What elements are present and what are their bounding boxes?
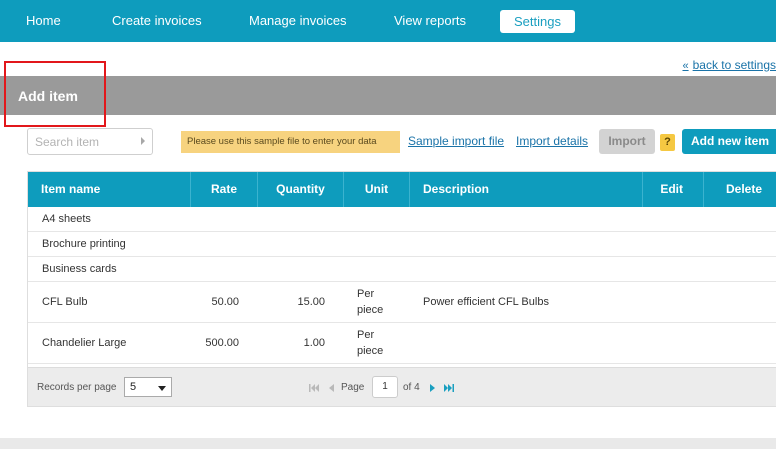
- column-header-edit: Edit: [643, 172, 704, 207]
- column-header-quantity[interactable]: Quantity: [258, 172, 344, 207]
- column-header-item-name[interactable]: Item name: [28, 172, 191, 207]
- back-to-settings-label: back to settings: [692, 58, 776, 72]
- records-per-page-label: Records per page: [37, 382, 117, 393]
- help-icon[interactable]: ?: [660, 134, 675, 151]
- quantity-cell: 15.00: [297, 296, 325, 308]
- table-row[interactable]: A4 sheets: [28, 207, 776, 232]
- search-box[interactable]: [27, 128, 153, 155]
- description-cell: Power efficient CFL Bulbs: [423, 296, 549, 308]
- rate-cell: 500.00: [205, 337, 239, 349]
- prev-page-icon[interactable]: [326, 382, 338, 394]
- import-details-link[interactable]: Import details: [516, 134, 588, 148]
- item-name-cell: Business cards: [42, 263, 117, 275]
- item-name-cell: A4 sheets: [42, 213, 91, 225]
- item-name-cell: Chandelier Large: [42, 337, 127, 349]
- page-label: Page: [341, 382, 365, 393]
- last-page-icon[interactable]: [443, 382, 455, 394]
- quantity-cell: 1.00: [303, 337, 325, 349]
- first-page-icon[interactable]: [308, 382, 320, 394]
- unit-cell: Per piece: [357, 327, 407, 359]
- title-bar: Add item: [0, 76, 776, 115]
- records-per-page-select[interactable]: 5: [124, 377, 172, 397]
- table-row[interactable]: Business cards: [28, 257, 776, 282]
- column-header-rate[interactable]: Rate: [191, 172, 258, 207]
- nav-view-reports[interactable]: View reports: [394, 0, 466, 42]
- main-panel: «back to settings Add item Please use th…: [0, 42, 776, 438]
- unit-line: piece: [357, 345, 384, 357]
- nav-create-invoices[interactable]: Create invoices: [112, 0, 202, 42]
- search-input[interactable]: [35, 134, 135, 150]
- table-row[interactable]: Chandelier Large 500.00 1.00 Per piece: [28, 323, 776, 364]
- column-header-description[interactable]: Description: [410, 172, 643, 207]
- unit-line: Per: [357, 329, 375, 341]
- import-button[interactable]: Import: [599, 129, 655, 154]
- dropdown-caret-icon: [158, 386, 166, 391]
- item-name-cell: Brochure printing: [42, 238, 126, 250]
- page-number-input[interactable]: 1: [372, 376, 398, 398]
- table-row[interactable]: Brochure printing: [28, 232, 776, 257]
- rate-cell: 50.00: [211, 296, 239, 308]
- unit-line: piece: [357, 304, 384, 316]
- nav-manage-invoices[interactable]: Manage invoices: [249, 0, 347, 42]
- unit-cell: Per piece: [357, 286, 407, 318]
- page-count-label: of 4: [403, 382, 420, 393]
- unit-line: Per: [357, 288, 375, 300]
- chevron-right-icon[interactable]: [141, 137, 145, 145]
- sample-file-note: Please use this sample file to enter you…: [181, 131, 400, 153]
- items-table: Item name Rate Quantity Unit Description…: [27, 171, 776, 407]
- column-header-unit[interactable]: Unit: [344, 172, 410, 207]
- add-new-item-button[interactable]: Add new item: [682, 129, 776, 154]
- next-page-icon[interactable]: [426, 382, 438, 394]
- nav-settings[interactable]: Settings: [500, 10, 575, 33]
- sample-import-file-link[interactable]: Sample import file: [408, 134, 504, 148]
- records-per-page-value: 5: [130, 381, 137, 393]
- table-row[interactable]: CFL Bulb 50.00 15.00 Per piece Power eff…: [28, 282, 776, 323]
- column-header-delete: Delete: [704, 172, 776, 207]
- table-header: Item name Rate Quantity Unit Description…: [28, 172, 776, 207]
- nav-home[interactable]: Home: [26, 0, 61, 42]
- back-to-settings-link[interactable]: «back to settings: [682, 58, 776, 72]
- highlight-box: [4, 61, 106, 127]
- table-pager: Records per page 5 Page 1 of 4: [28, 367, 776, 406]
- item-name-cell: CFL Bulb: [42, 296, 88, 308]
- double-chevron-left-icon: «: [682, 60, 689, 72]
- top-nav: Home Create invoices Manage invoices Vie…: [0, 0, 776, 42]
